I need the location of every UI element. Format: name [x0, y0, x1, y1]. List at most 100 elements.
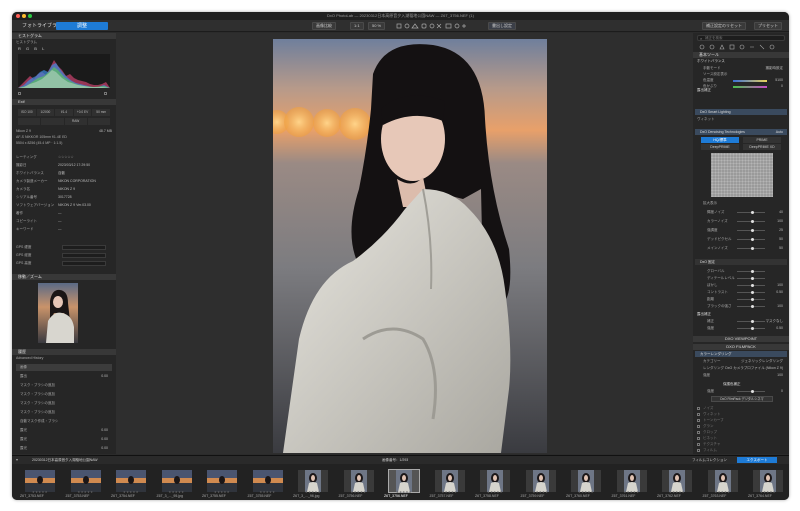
filmstrip-thumbnail[interactable]	[207, 470, 237, 492]
sharpen-row[interactable]: コントラスト 0.50	[697, 290, 785, 295]
denoise-row[interactable]: 強調度 25	[697, 228, 785, 233]
navigator-thumb[interactable]	[38, 283, 78, 343]
sharpen-row-slider-knob[interactable]	[751, 305, 754, 308]
sharpen-row-slider-knob[interactable]	[751, 291, 754, 294]
correction-item[interactable]: ヴィネット	[697, 412, 785, 417]
history-item[interactable]: マスク・ブラシの追加	[16, 391, 112, 398]
style-row-slider-knob[interactable]	[751, 320, 754, 323]
filmstrip-thumbnail[interactable]	[707, 470, 738, 492]
collection-label[interactable]: フィルムコレクション	[692, 458, 727, 463]
protect-section[interactable]: 保護色補正	[697, 382, 785, 387]
filmstrip-thumbnail[interactable]	[480, 470, 510, 492]
wb-row[interactable]: ソース設定表示	[697, 72, 785, 77]
history-item[interactable]: 画像	[16, 364, 112, 371]
zoom-1-1-button[interactable]: 1:1	[350, 22, 364, 30]
filmstrip-thumbnail[interactable]	[25, 470, 55, 492]
correction-checkbox[interactable]	[697, 413, 700, 416]
filmstrip-thumbnail[interactable]	[116, 470, 146, 492]
channel-r[interactable]: R	[18, 46, 21, 51]
metadata-value[interactable]: ☆☆☆☆☆	[58, 155, 74, 160]
style-section[interactable]: 露出補正	[697, 312, 785, 317]
preset-button[interactable]: プリセット	[754, 22, 782, 30]
gps-field[interactable]	[62, 261, 106, 266]
move-zoom-header[interactable]: 移動／ズーム	[12, 274, 116, 280]
denoise-row[interactable]: 輝度ノイズ 40	[697, 210, 785, 215]
sharpen-section[interactable]: DxO 固定	[695, 259, 787, 265]
viewpoint-header[interactable]: DXO VIEWPOINT	[693, 336, 789, 342]
denoise-row-slider-knob[interactable]	[751, 211, 754, 214]
sharpen-row[interactable]: 距離	[697, 297, 785, 302]
metadata-value[interactable]: 2023/03/12 17:29:50	[58, 163, 90, 168]
sharpen-row[interactable]: ぼかし 100	[697, 283, 785, 288]
clipping-shadow-check[interactable]	[18, 92, 21, 95]
history-item[interactable]: 露光 0.00	[16, 427, 112, 434]
correction-search[interactable]: ⌕	[697, 35, 785, 41]
export-button[interactable]: エクスポート	[737, 457, 777, 463]
style-row-slider-knob[interactable]	[751, 327, 754, 330]
correction-item[interactable]: トーンカーブ	[697, 418, 785, 423]
gps-field[interactable]	[62, 245, 106, 250]
filmstrip-thumbnail[interactable]	[434, 470, 465, 492]
correction-checkbox[interactable]	[697, 431, 700, 434]
search-input[interactable]	[705, 36, 783, 40]
histogram-header[interactable]: ヒストグラム	[12, 33, 116, 39]
filmstrip-thumbnail[interactable]	[525, 470, 556, 492]
denoise-row-slider-knob[interactable]	[751, 229, 754, 232]
export-settings-button[interactable]: 書出し設定	[488, 22, 516, 30]
metadata-value[interactable]: 3017728	[58, 195, 72, 200]
filmpack-cinema-button[interactable]: DxO FilmPack デジタルシネマ	[711, 396, 773, 402]
color-render-row[interactable]: カテゴリー ジェネリックレンダリング	[697, 359, 785, 364]
correction-checkbox[interactable]	[697, 437, 700, 440]
denoise-row-slider-knob[interactable]	[751, 238, 754, 241]
wb-row[interactable]: 手動モード 撮影時設定	[697, 66, 785, 71]
sharpen-row-slider-knob[interactable]	[751, 298, 754, 301]
history-item[interactable]: マスク・ブラシの追加	[16, 400, 112, 407]
denoise-auto[interactable]: Auto	[776, 129, 783, 135]
history-item[interactable]: マスク・ブラシの追加	[16, 382, 112, 389]
channel-g[interactable]: G	[26, 46, 29, 51]
metadata-value[interactable]: NIKON Z 9 Ver.03.00	[58, 203, 91, 208]
sharpen-row-slider-knob[interactable]	[751, 284, 754, 287]
correction-item[interactable]: テクスチャ	[697, 442, 785, 447]
filmstrip-thumbnail[interactable]	[616, 470, 647, 492]
filmstrip-thumbnail[interactable]	[753, 470, 783, 492]
zoom-level-select[interactable]: 50 %	[368, 22, 386, 30]
vignette-row[interactable]: ヴィネット	[697, 117, 785, 122]
filmstrip-thumbnail[interactable]	[70, 470, 101, 492]
denoise-row[interactable]: カラーノイズ 100	[697, 219, 785, 224]
sharpen-row-slider-knob[interactable]	[751, 277, 754, 280]
denoise-deepprime-xd-button[interactable]: DeepPRIME XD	[743, 144, 781, 150]
channel-b[interactable]: B	[34, 46, 37, 51]
color-render-row[interactable]: レンダリング DxO カメラプロファイル (Nikon Z 9)	[697, 366, 785, 371]
reset-corrections-button[interactable]: 補正設定のリセット	[702, 22, 746, 30]
filmpack-header[interactable]: DXO FILMPACK	[693, 344, 789, 350]
metadata-value[interactable]: —	[58, 219, 62, 224]
denoise-row-slider-knob[interactable]	[751, 247, 754, 250]
metadata-value[interactable]: —	[58, 211, 62, 216]
channel-l[interactable]: L	[42, 46, 44, 51]
history-item[interactable]: 露光 0.00	[16, 445, 112, 452]
correction-checkbox[interactable]	[697, 407, 700, 410]
filmstrip-thumbnail[interactable]	[662, 470, 692, 492]
style-row[interactable]: 強度 0.50	[697, 326, 785, 331]
history-item[interactable]: 露光 0.00	[16, 436, 112, 443]
wb-section[interactable]: ホワイトバランス	[697, 59, 785, 64]
filmstrip-thumbnail[interactable]	[571, 470, 601, 492]
filter-icon[interactable]: ▾	[16, 457, 18, 462]
correction-checkbox[interactable]	[697, 419, 700, 422]
tab-customize[interactable]: 調整	[56, 22, 108, 30]
history-header[interactable]: 履歴	[12, 349, 116, 355]
protect-row-slider-knob[interactable]	[751, 390, 754, 393]
exposure-section[interactable]: 露出補正	[697, 88, 785, 93]
clipping-highlight-check[interactable]	[104, 92, 107, 95]
style-row[interactable]: 補正 マスクなし	[697, 319, 785, 324]
color-render-row[interactable]: 強度 100	[697, 373, 785, 378]
history-item[interactable]: マスク・ブラシの追加	[16, 409, 112, 416]
metadata-value[interactable]: 自動	[58, 171, 65, 176]
metadata-value[interactable]: —	[58, 227, 62, 232]
history-item[interactable]: 自動マスク作成・ブラシ	[16, 418, 112, 425]
denoise-preview[interactable]	[711, 153, 773, 197]
sharpen-row[interactable]: ブラックの強さ 100	[697, 304, 785, 309]
correction-item[interactable]: クロップ	[697, 430, 785, 435]
gps-field[interactable]	[62, 253, 106, 258]
